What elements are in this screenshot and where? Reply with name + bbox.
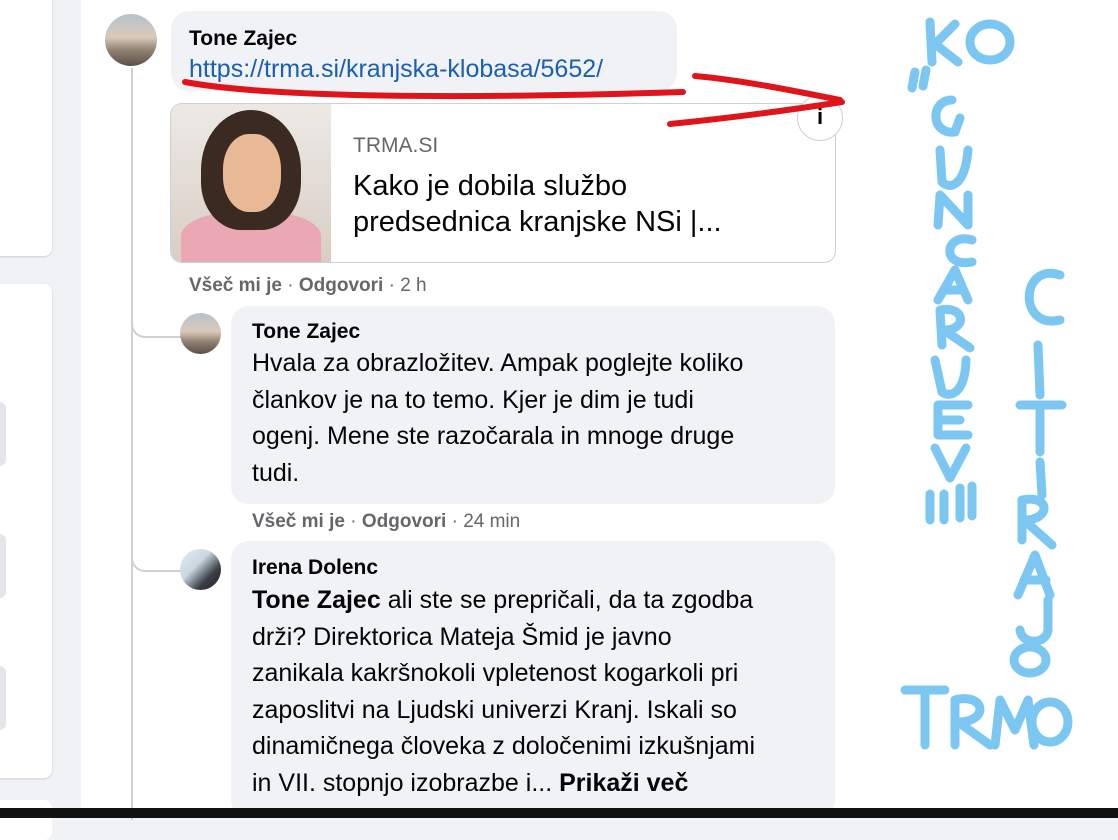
red-underline [182,73,845,127]
blue-handwriting [900,17,1073,750]
taskbar-edge [0,808,1118,818]
handwritten-annotation [182,17,1073,750]
